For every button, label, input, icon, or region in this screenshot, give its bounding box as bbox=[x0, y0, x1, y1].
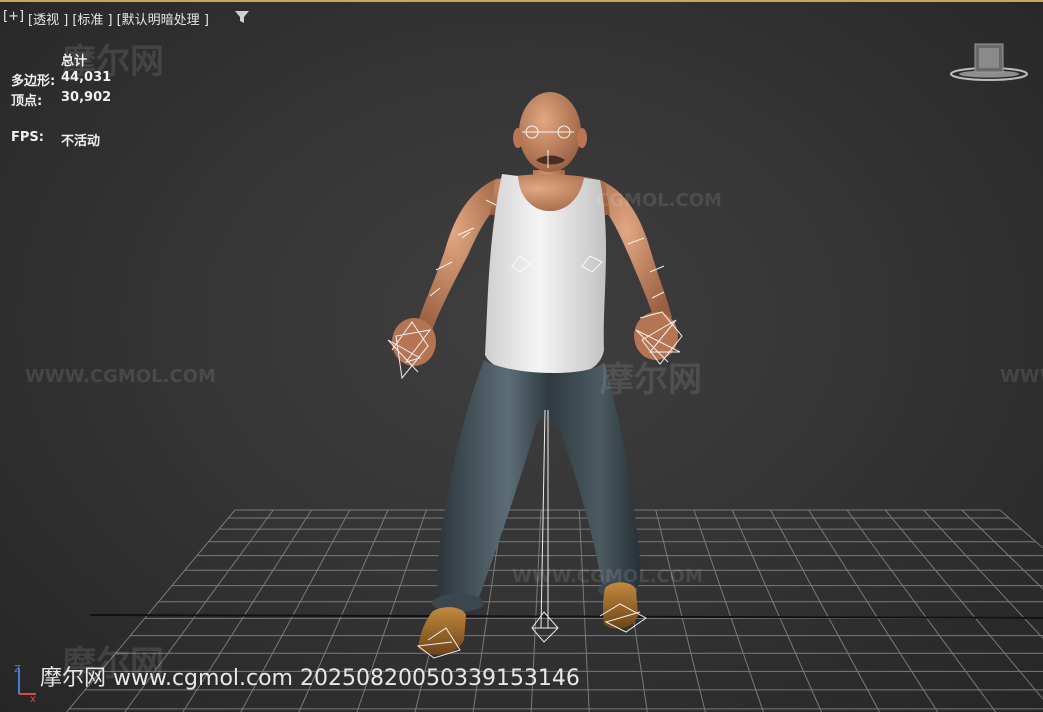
grid-line bbox=[923, 509, 1043, 639]
scene-canvas[interactable] bbox=[0, 0, 1043, 712]
polygon-count-label: 多边形: bbox=[11, 74, 56, 89]
fps-label: FPS: bbox=[11, 130, 44, 145]
grid-line bbox=[655, 509, 706, 712]
axis-z-label: Z bbox=[14, 664, 21, 675]
active-viewport-border bbox=[0, 0, 1043, 2]
viewcube-icon[interactable] bbox=[948, 40, 1030, 86]
grid-line bbox=[846, 509, 997, 712]
vertex-count-label: 顶点: bbox=[11, 94, 43, 109]
grid-axis-line bbox=[89, 614, 1043, 619]
viewport-shading-menu[interactable]: [默认明暗处理 ] bbox=[117, 9, 209, 28]
grid-line bbox=[731, 509, 822, 712]
watermark-site: WWW.CGMOL.COM bbox=[25, 366, 216, 387]
watermark-site: CGMOL.COM bbox=[596, 190, 722, 211]
viewport-point-of-view-menu[interactable]: [透视 ] bbox=[28, 9, 68, 28]
grid-line bbox=[693, 509, 764, 712]
watermark-site: WWW bbox=[1000, 366, 1043, 387]
grid-line bbox=[770, 509, 880, 712]
perspective-viewport[interactable]: [+] [透视 ] [标准 ] [默认明暗处理 ] 总计 多边形: 44,031… bbox=[0, 0, 1043, 712]
watermark-logo: 摩尔网 bbox=[62, 42, 164, 82]
fps-value: 不活动 bbox=[61, 134, 101, 149]
viewport-general-menu[interactable]: [+] bbox=[3, 9, 24, 28]
grid-line bbox=[884, 509, 1043, 700]
grid-line bbox=[808, 509, 939, 712]
vertex-count-value: 30,902 bbox=[61, 90, 112, 105]
right-ear bbox=[577, 128, 587, 148]
watermark-site: WWW.CGMOL.COM bbox=[512, 566, 703, 587]
filter-funnel-icon[interactable] bbox=[234, 10, 250, 24]
watermark-caption: 摩尔网 www.cgmol.com 20250820050339153146 bbox=[40, 666, 580, 691]
watermark-logo: 摩尔网 bbox=[600, 360, 702, 400]
axis-x-label: x bbox=[30, 694, 36, 702]
axis-tripod-icon: Z x bbox=[14, 664, 36, 702]
viewport-standard-menu[interactable]: [标准 ] bbox=[72, 9, 112, 28]
viewport-label-menu[interactable]: [+] [透视 ] [标准 ] [默认明暗处理 ] bbox=[3, 9, 209, 28]
grid-line bbox=[999, 509, 1043, 549]
left-ear bbox=[513, 128, 523, 148]
grid-line bbox=[578, 509, 590, 712]
